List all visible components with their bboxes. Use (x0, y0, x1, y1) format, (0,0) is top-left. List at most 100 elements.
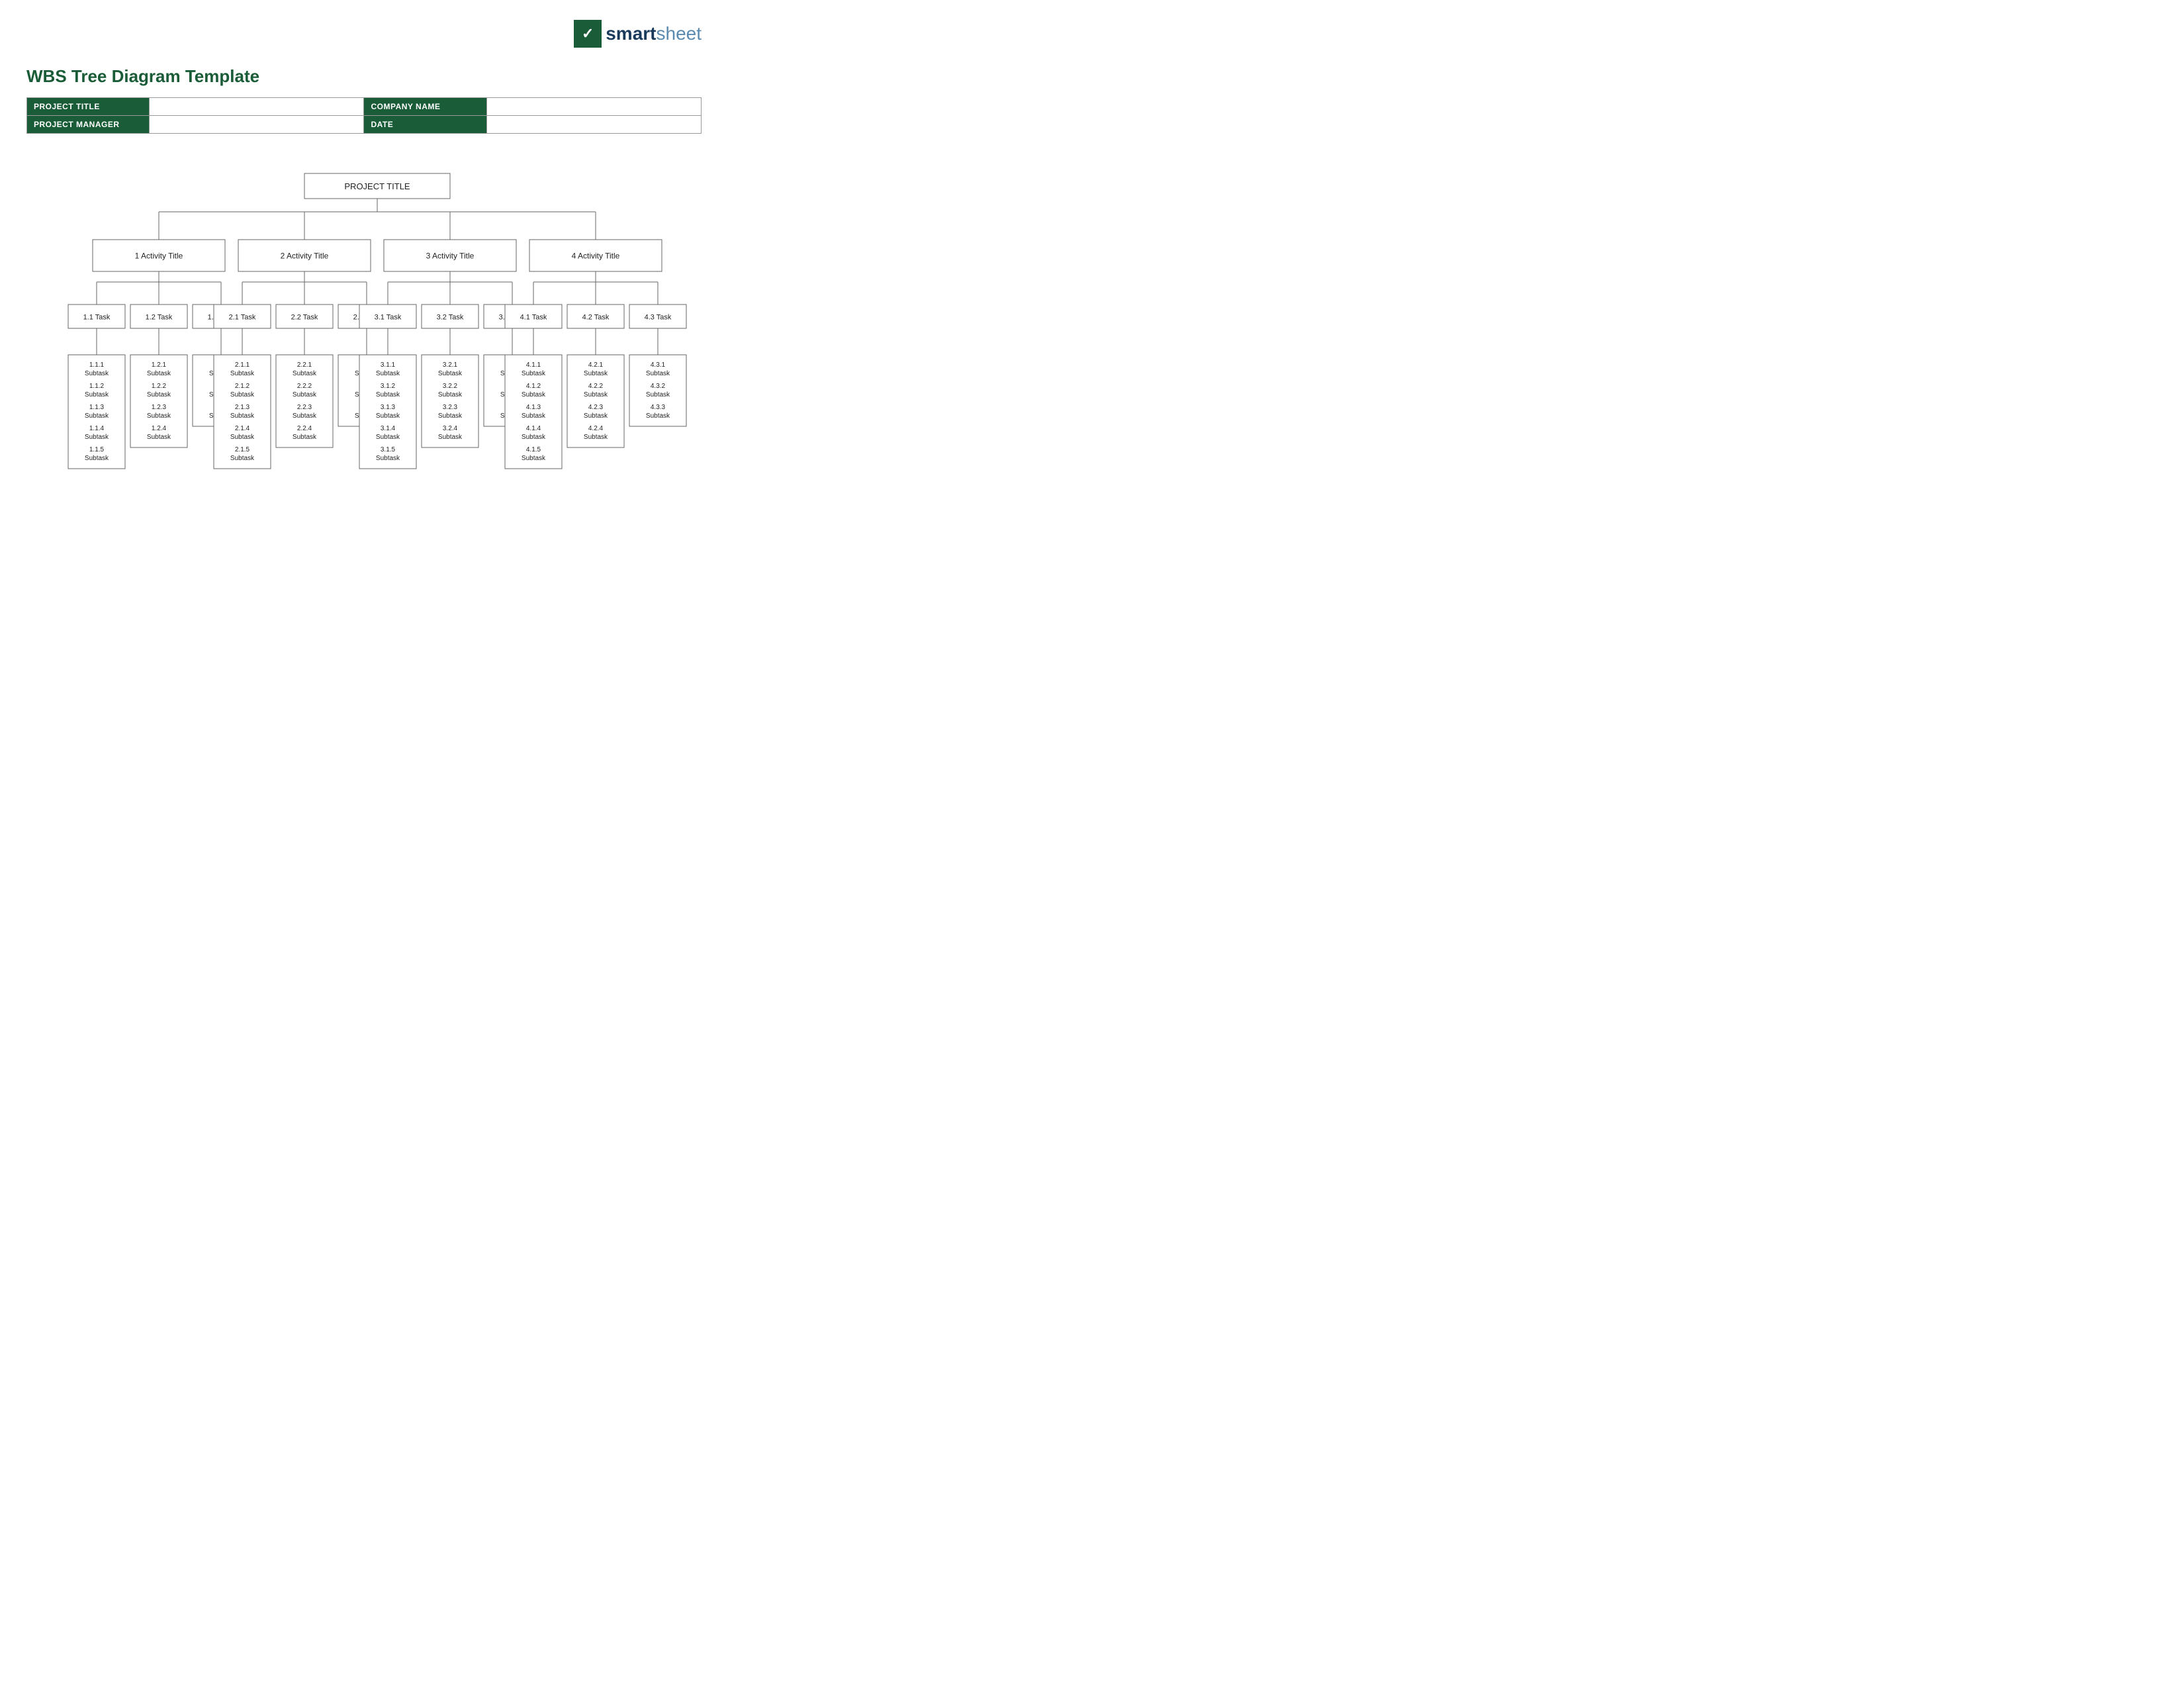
svg-text:Subtask: Subtask (85, 455, 109, 462)
logo-check-icon: ✓ (574, 20, 602, 48)
svg-text:2.2.2: 2.2.2 (297, 383, 312, 390)
svg-text:2.2 Task: 2.2 Task (291, 313, 318, 321)
logo-smart: smart (606, 23, 656, 44)
svg-text:Subtask: Subtask (230, 434, 255, 441)
svg-text:2.2.4: 2.2.4 (297, 425, 312, 432)
svg-text:2 Activity Title: 2 Activity Title (281, 252, 329, 261)
svg-text:2.2.3: 2.2.3 (297, 404, 312, 411)
svg-text:Subtask: Subtask (85, 391, 109, 399)
svg-text:1.2 Task: 1.2 Task (146, 313, 173, 321)
svg-text:4.1 Task: 4.1 Task (520, 313, 547, 321)
svg-text:4.2.1: 4.2.1 (588, 361, 604, 369)
page-title: WBS Tree Diagram Template (26, 66, 259, 87)
svg-text:1.1.4: 1.1.4 (89, 425, 105, 432)
svg-text:4.2.2: 4.2.2 (588, 383, 604, 390)
svg-text:4.1.4: 4.1.4 (526, 425, 541, 432)
svg-text:2.1.1: 2.1.1 (235, 361, 250, 369)
page-title-area: WBS Tree Diagram Template (26, 20, 259, 87)
svg-text:1.1.2: 1.1.2 (89, 383, 105, 390)
svg-text:Subtask: Subtask (147, 370, 171, 377)
svg-text:1.2.3: 1.2.3 (152, 404, 167, 411)
svg-text:Subtask: Subtask (438, 370, 463, 377)
svg-text:3.2.4: 3.2.4 (443, 425, 458, 432)
svg-text:2.1.4: 2.1.4 (235, 425, 250, 432)
svg-text:Subtask: Subtask (230, 455, 255, 462)
svg-text:4.1.1: 4.1.1 (526, 361, 541, 369)
svg-text:3.2.3: 3.2.3 (443, 404, 458, 411)
svg-text:3.2.1: 3.2.1 (443, 361, 458, 369)
svg-text:2.1.5: 2.1.5 (235, 446, 250, 453)
svg-text:Subtask: Subtask (85, 370, 109, 377)
project-manager-label: PROJECT MANAGER (27, 116, 150, 134)
svg-text:Subtask: Subtask (522, 391, 546, 399)
svg-text:3.1.1: 3.1.1 (381, 361, 396, 369)
svg-text:Subtask: Subtask (230, 391, 255, 399)
project-title-label: PROJECT TITLE (27, 98, 150, 116)
logo: ✓ smartsheet (574, 20, 702, 48)
svg-text:1.2.1: 1.2.1 (152, 361, 167, 369)
svg-text:4.3.1: 4.3.1 (651, 361, 666, 369)
svg-text:Subtask: Subtask (293, 412, 317, 420)
svg-text:3.2.2: 3.2.2 (443, 383, 458, 390)
svg-text:Subtask: Subtask (584, 391, 608, 399)
svg-text:4.3.3: 4.3.3 (651, 404, 666, 411)
date-value[interactable] (486, 116, 701, 134)
wbs-tree: PROJECT TITLE 1 Activity Title 1.1 Task 1.1… (26, 154, 702, 484)
svg-text:4.1.2: 4.1.2 (526, 383, 541, 390)
svg-text:Subtask: Subtask (584, 412, 608, 420)
company-name-label: COMPANY NAME (364, 98, 486, 116)
svg-text:4 Activity Title: 4 Activity Title (572, 252, 620, 261)
svg-text:3.1.2: 3.1.2 (381, 383, 396, 390)
svg-text:4.1.3: 4.1.3 (526, 404, 541, 411)
svg-text:Subtask: Subtask (646, 412, 670, 420)
svg-text:Subtask: Subtask (85, 434, 109, 441)
svg-text:2.2.1: 2.2.1 (297, 361, 312, 369)
svg-text:3.2 Task: 3.2 Task (437, 313, 464, 321)
svg-text:Subtask: Subtask (522, 455, 546, 462)
svg-text:Subtask: Subtask (438, 434, 463, 441)
svg-text:Subtask: Subtask (522, 370, 546, 377)
project-manager-value[interactable] (150, 116, 364, 134)
svg-text:4.1.5: 4.1.5 (526, 446, 541, 453)
svg-text:3.1.5: 3.1.5 (381, 446, 396, 453)
svg-text:Subtask: Subtask (522, 412, 546, 420)
logo-sheet: sheet (657, 23, 702, 44)
svg-text:Subtask: Subtask (438, 412, 463, 420)
svg-text:Subtask: Subtask (376, 391, 400, 399)
svg-text:Subtask: Subtask (584, 434, 608, 441)
svg-text:1 Activity Title: 1 Activity Title (135, 252, 183, 261)
svg-text:Subtask: Subtask (376, 434, 400, 441)
svg-text:4.2.4: 4.2.4 (588, 425, 604, 432)
svg-text:3.1.3: 3.1.3 (381, 404, 396, 411)
svg-text:Subtask: Subtask (230, 370, 255, 377)
company-name-value[interactable] (486, 98, 701, 116)
svg-text:Subtask: Subtask (293, 391, 317, 399)
svg-text:Subtask: Subtask (646, 391, 670, 399)
date-label: DATE (364, 116, 486, 134)
info-table: PROJECT TITLE COMPANY NAME PROJECT MANAG… (26, 97, 702, 134)
project-title-value[interactable] (150, 98, 364, 116)
svg-text:PROJECT TITLE: PROJECT TITLE (344, 181, 410, 191)
svg-text:Subtask: Subtask (438, 391, 463, 399)
svg-text:1.2.4: 1.2.4 (152, 425, 167, 432)
svg-text:2.1 Task: 2.1 Task (229, 313, 256, 321)
svg-text:Subtask: Subtask (584, 370, 608, 377)
svg-text:1.1.5: 1.1.5 (89, 446, 105, 453)
svg-text:Subtask: Subtask (147, 434, 171, 441)
svg-text:Subtask: Subtask (376, 455, 400, 462)
svg-text:Subtask: Subtask (293, 370, 317, 377)
svg-text:1.1.3: 1.1.3 (89, 404, 105, 411)
wbs-diagram: PROJECT TITLE 1 Activity Title 1.1 Task 1.1… (26, 154, 702, 481)
svg-text:2.1.3: 2.1.3 (235, 404, 250, 411)
svg-text:1.1.1: 1.1.1 (89, 361, 105, 369)
svg-text:4.2.3: 4.2.3 (588, 404, 604, 411)
svg-text:Subtask: Subtask (293, 434, 317, 441)
svg-text:Subtask: Subtask (147, 391, 171, 399)
svg-text:4.3 Task: 4.3 Task (645, 313, 672, 321)
header: WBS Tree Diagram Template ✓ smartsheet (26, 20, 702, 87)
svg-text:3 Activity Title: 3 Activity Title (426, 252, 475, 261)
svg-text:2.1.2: 2.1.2 (235, 383, 250, 390)
svg-text:3.1.4: 3.1.4 (381, 425, 396, 432)
svg-text:1.1 Task: 1.1 Task (83, 313, 111, 321)
svg-text:Subtask: Subtask (522, 434, 546, 441)
